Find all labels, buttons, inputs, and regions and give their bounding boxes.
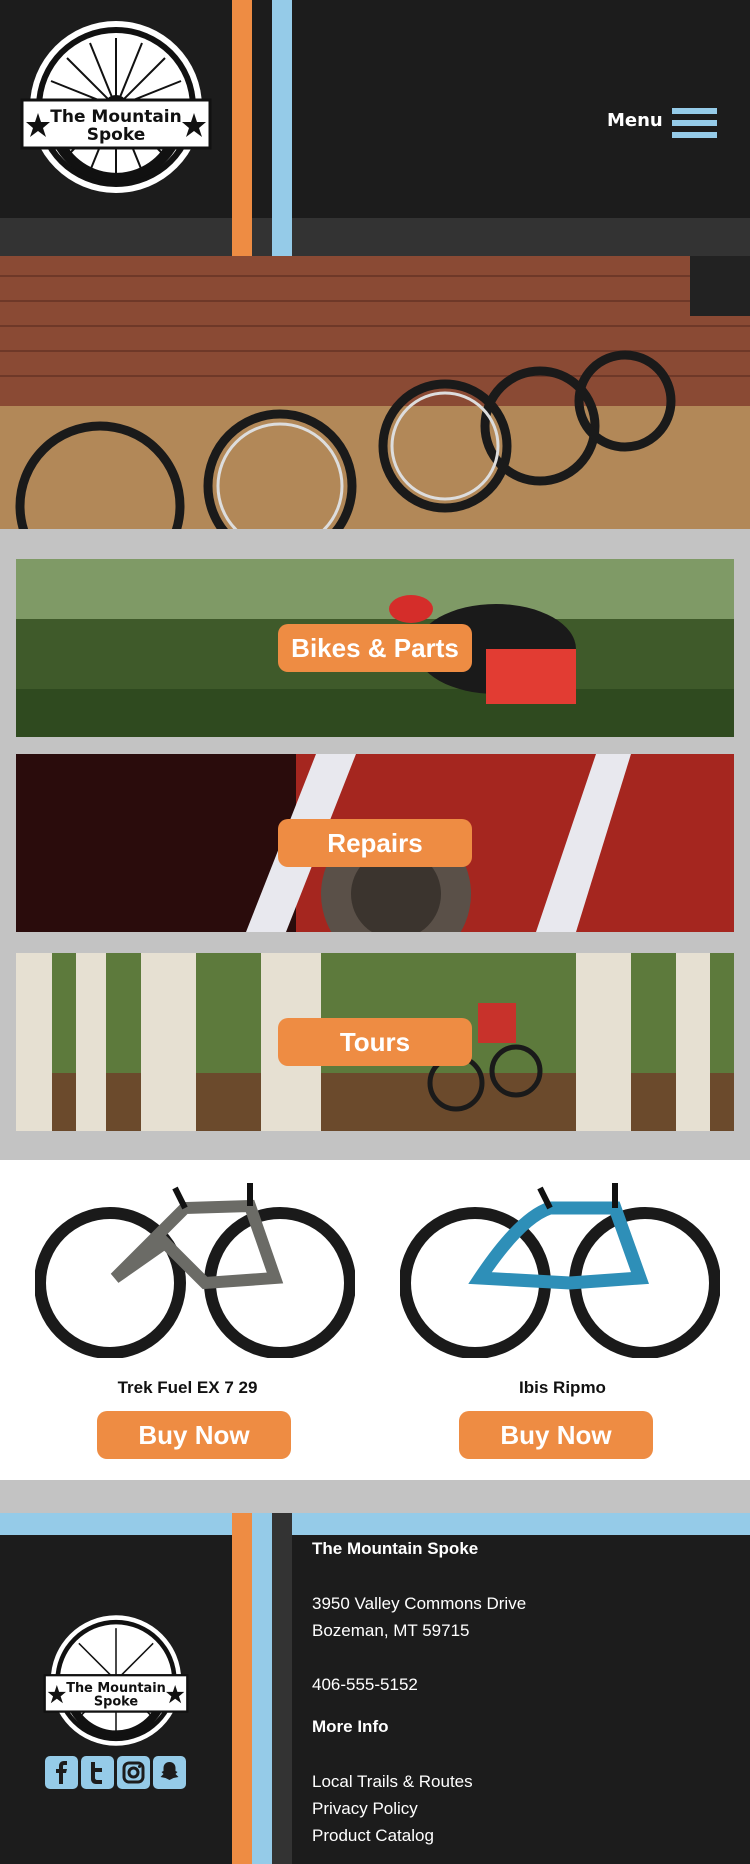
footer-top-bar	[0, 1513, 750, 1535]
footer-company-name: The Mountain Spoke	[312, 1539, 479, 1558]
logo-line2: Spoke	[87, 125, 145, 145]
product-section: Trek Fuel EX 7 29 Buy Now Ibis Ripmo Buy…	[0, 1160, 750, 1480]
category-tile-bikes-parts[interactable]: Bikes & Parts	[16, 559, 734, 737]
menu-label[interactable]: Menu	[607, 110, 663, 131]
footer-logo-line2: Spoke	[94, 1695, 139, 1710]
category-label: Repairs	[278, 819, 472, 867]
footer-link-local-trails[interactable]: Local Trails & Routes	[312, 1772, 473, 1792]
footer-address-line2: Bozeman, MT 59715	[312, 1621, 470, 1640]
category-label: Bikes & Parts	[278, 624, 472, 672]
trek-fuel-bike-image	[35, 1183, 355, 1358]
footer-link-privacy-policy[interactable]: Privacy Policy	[312, 1799, 418, 1819]
snapchat-icon[interactable]	[153, 1756, 186, 1789]
footer-logo[interactable]: The Mountain Spoke	[43, 1613, 189, 1748]
orange-stripe	[232, 0, 252, 256]
footer-more-info-title: More Info	[312, 1717, 389, 1736]
category-label: Tours	[278, 1018, 472, 1066]
footer-logo-line1: The Mountain	[66, 1681, 166, 1696]
buy-now-button[interactable]: Buy Now	[97, 1411, 291, 1459]
facebook-icon[interactable]	[45, 1756, 78, 1789]
hamburger-menu-icon[interactable]	[672, 108, 717, 138]
footer-blue-stripe	[252, 1513, 272, 1864]
blue-stripe	[272, 0, 292, 256]
product-card: Ibis Ripmo Buy Now	[375, 1160, 750, 1480]
footer-orange-stripe	[232, 1513, 252, 1864]
header-band	[0, 218, 750, 256]
product-name: Trek Fuel EX 7 29	[117, 1378, 258, 1397]
product-name: Ibis Ripmo	[519, 1378, 606, 1397]
instagram-icon[interactable]	[117, 1756, 150, 1789]
category-tile-tours[interactable]: Tours	[16, 953, 734, 1131]
product-card: Trek Fuel EX 7 29 Buy Now	[0, 1160, 375, 1480]
logo-line1: The Mountain	[50, 107, 181, 127]
twitter-icon[interactable]	[81, 1756, 114, 1789]
hero-image	[0, 256, 750, 529]
page: The Mountain Spoke Menu Bikes & Parts Re…	[0, 0, 750, 1864]
buy-now-button[interactable]: Buy Now	[459, 1411, 653, 1459]
footer-dark-stripe	[272, 1513, 292, 1864]
footer-link-product-catalog[interactable]: Product Catalog	[312, 1826, 434, 1846]
site-logo[interactable]: The Mountain Spoke	[20, 18, 212, 196]
category-tile-repairs[interactable]: Repairs	[16, 754, 734, 932]
footer-address-line1: 3950 Valley Commons Drive	[312, 1594, 527, 1613]
footer-phone[interactable]: 406-555-5152	[312, 1675, 418, 1695]
ibis-ripmo-bike-image	[400, 1183, 720, 1358]
